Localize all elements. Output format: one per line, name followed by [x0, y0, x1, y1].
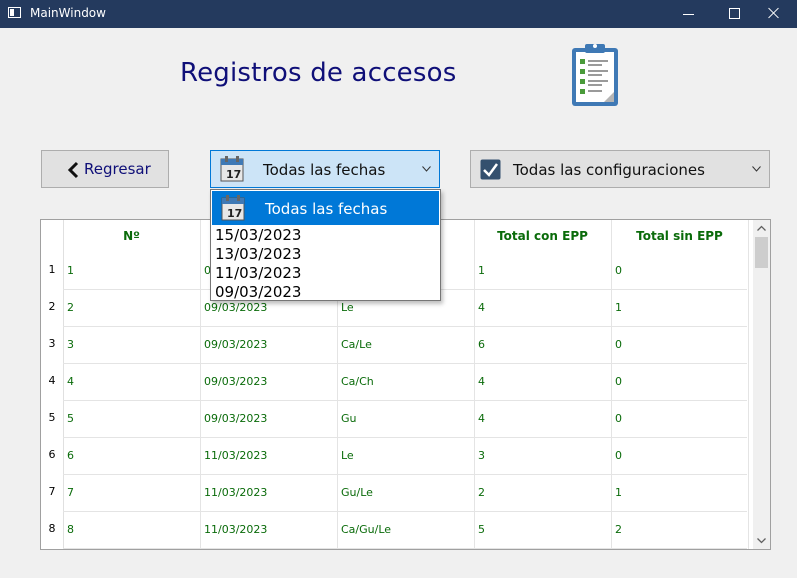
- row-number[interactable]: 1: [41, 263, 63, 276]
- cell-total-with-epp[interactable]: 4: [478, 301, 485, 314]
- column-divider: [748, 220, 749, 549]
- chevron-left-icon: [67, 161, 79, 179]
- page-title: Registros de accesos: [180, 58, 457, 88]
- chevron-down-icon: [752, 166, 761, 172]
- chevron-down-icon: [422, 166, 431, 172]
- dropdown-option[interactable]: 13/03/2023: [215, 245, 301, 264]
- cell-configuration[interactable]: Ca/Gu/Le: [341, 523, 391, 536]
- cell-configuration[interactable]: Ca/Ch: [341, 375, 374, 388]
- row-divider: [63, 548, 747, 549]
- cell-date[interactable]: 09/03/2023: [204, 301, 267, 314]
- cell-total-without-epp[interactable]: 2: [615, 523, 622, 536]
- cell-number[interactable]: 6: [67, 449, 74, 462]
- column-header-total-with-epp[interactable]: Total con EPP: [474, 220, 611, 253]
- row-number[interactable]: 6: [41, 448, 63, 461]
- cell-total-without-epp[interactable]: 1: [615, 301, 622, 314]
- cell-total-without-epp[interactable]: 0: [615, 338, 622, 351]
- row-divider: [63, 326, 747, 327]
- dropdown-option[interactable]: 15/03/2023: [215, 226, 301, 245]
- config-filter-value: Todas las configuraciones: [513, 161, 705, 179]
- cell-total-with-epp[interactable]: 4: [478, 375, 485, 388]
- cell-configuration[interactable]: Ca/Le: [341, 338, 372, 351]
- scroll-down-icon[interactable]: [753, 532, 770, 549]
- minimize-button[interactable]: [666, 0, 712, 28]
- cell-date[interactable]: 11/03/2023: [204, 449, 267, 462]
- calendar-icon: 17: [220, 156, 244, 182]
- cell-date[interactable]: 09/03/2023: [204, 412, 267, 425]
- cell-total-with-epp[interactable]: 4: [478, 412, 485, 425]
- cell-number[interactable]: 3: [67, 338, 74, 351]
- cell-total-with-epp[interactable]: 3: [478, 449, 485, 462]
- cell-configuration[interactable]: Le: [341, 301, 354, 314]
- svg-text:17: 17: [226, 168, 241, 181]
- cell-number[interactable]: 1: [67, 264, 74, 277]
- row-divider: [63, 363, 747, 364]
- cell-configuration[interactable]: Le: [341, 449, 354, 462]
- cell-total-without-epp[interactable]: 0: [615, 412, 622, 425]
- row-number[interactable]: 5: [41, 411, 63, 424]
- cell-date[interactable]: 11/03/2023: [204, 523, 267, 536]
- column-divider: [200, 220, 201, 549]
- back-button[interactable]: Regresar: [41, 150, 169, 188]
- row-number[interactable]: 2: [41, 300, 63, 313]
- cell-date[interactable]: 11/03/2023: [204, 486, 267, 499]
- window-title: MainWindow: [30, 6, 106, 20]
- row-number[interactable]: 3: [41, 337, 63, 350]
- row-divider: [63, 474, 747, 475]
- dropdown-option[interactable]: 09/03/2023: [215, 283, 301, 302]
- column-header-total-without-epp[interactable]: Total sin EPP: [611, 220, 748, 253]
- checkbox-checked-icon: [480, 159, 501, 180]
- column-header-number[interactable]: Nº: [63, 220, 200, 253]
- clipboard-checklist-icon: [572, 44, 618, 106]
- row-number[interactable]: 8: [41, 522, 63, 535]
- column-divider: [611, 220, 612, 549]
- cell-total-with-epp[interactable]: 2: [478, 486, 485, 499]
- cell-total-without-epp[interactable]: 1: [615, 486, 622, 499]
- scroll-up-icon[interactable]: [753, 220, 770, 237]
- cell-number[interactable]: 8: [67, 523, 74, 536]
- vertical-scrollbar[interactable]: [753, 220, 770, 549]
- dropdown-option[interactable]: 11/03/2023: [215, 264, 301, 283]
- app-icon: [8, 7, 21, 18]
- cell-date[interactable]: 09/03/2023: [204, 338, 267, 351]
- row-header: 1 2 3 4 5 6 7 8: [41, 220, 64, 549]
- dropdown-option-selected[interactable]: 17 Todas las fechas: [212, 191, 439, 225]
- row-divider: [63, 400, 747, 401]
- cell-number[interactable]: 5: [67, 412, 74, 425]
- calendar-icon: 17: [221, 195, 245, 221]
- row-divider: [63, 511, 747, 512]
- cell-total-with-epp[interactable]: 1: [478, 264, 485, 277]
- cell-configuration[interactable]: Gu: [341, 412, 357, 425]
- cell-total-without-epp[interactable]: 0: [615, 375, 622, 388]
- date-filter-combo[interactable]: 17 Todas las fechas: [210, 150, 440, 188]
- date-filter-dropdown: 17 Todas las fechas 15/03/2023 13/03/202…: [210, 189, 441, 301]
- row-number[interactable]: 4: [41, 374, 63, 387]
- cell-date[interactable]: 09/03/2023: [204, 375, 267, 388]
- back-button-label: Regresar: [84, 160, 151, 178]
- title-bar: MainWindow: [0, 0, 797, 28]
- cell-total-without-epp[interactable]: 0: [615, 264, 622, 277]
- dropdown-option-label: Todas las fechas: [265, 200, 388, 218]
- cell-total-with-epp[interactable]: 5: [478, 523, 485, 536]
- config-filter-combo[interactable]: Todas las configuraciones: [470, 150, 770, 188]
- row-divider: [63, 437, 747, 438]
- close-button[interactable]: [751, 0, 797, 28]
- scroll-thumb[interactable]: [755, 237, 768, 268]
- cell-number[interactable]: 4: [67, 375, 74, 388]
- cell-number[interactable]: 7: [67, 486, 74, 499]
- cell-configuration[interactable]: Gu/Le: [341, 486, 373, 499]
- cell-total-without-epp[interactable]: 0: [615, 449, 622, 462]
- row-number[interactable]: 7: [41, 485, 63, 498]
- svg-text:17: 17: [227, 207, 242, 220]
- cell-number[interactable]: 2: [67, 301, 74, 314]
- date-filter-value: Todas las fechas: [263, 161, 386, 179]
- cell-total-with-epp[interactable]: 6: [478, 338, 485, 351]
- column-divider: [474, 220, 475, 549]
